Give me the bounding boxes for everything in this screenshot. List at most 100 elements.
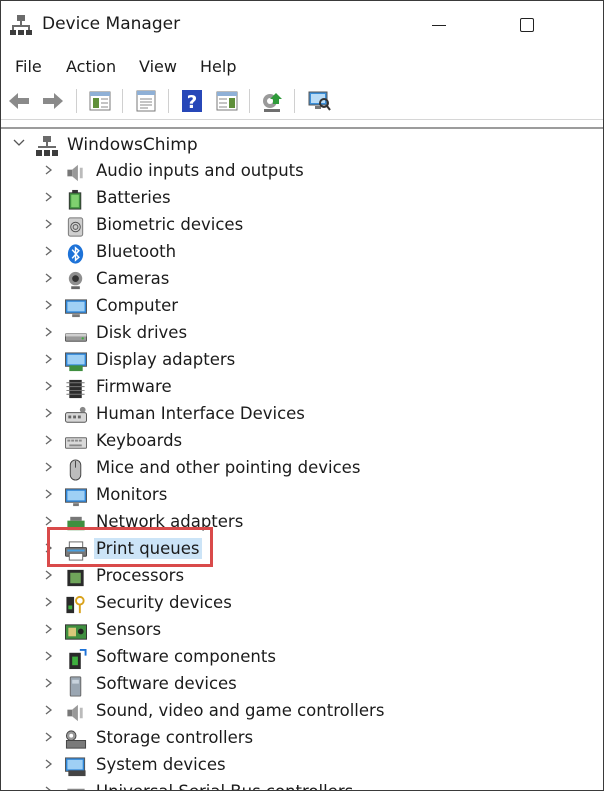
tree-item-monitors[interactable]: Monitors xyxy=(1,483,601,510)
chevron-right-icon[interactable] xyxy=(42,622,54,636)
chevron-right-icon[interactable] xyxy=(42,379,54,393)
tree-item-label: Biometric devices xyxy=(96,215,244,234)
chevron-right-icon[interactable] xyxy=(42,703,54,717)
chevron-right-icon[interactable] xyxy=(42,460,54,474)
tree-item-label: Firmware xyxy=(96,377,172,396)
tree-item-label: Human Interface Devices xyxy=(96,404,305,423)
tree-item-label: Software components xyxy=(96,647,276,666)
fingerprint-icon xyxy=(67,217,84,237)
tree-item-processors[interactable]: Processors xyxy=(1,564,601,591)
tree-item-universal-serial-bus-controllers[interactable]: Universal Serial Bus controllers xyxy=(1,780,601,791)
chevron-right-icon[interactable] xyxy=(42,244,54,258)
toolbar-separator xyxy=(294,89,295,113)
tree-item-label: Processors xyxy=(96,566,185,585)
tree-item-label: Storage controllers xyxy=(96,728,254,747)
svg-text:?: ? xyxy=(187,92,197,113)
tree-item-display-adapters[interactable]: Display adapters xyxy=(1,348,601,375)
chevron-right-icon[interactable] xyxy=(42,514,54,528)
tree-item-storage-controllers[interactable]: Storage controllers xyxy=(1,726,601,753)
chevron-right-icon[interactable] xyxy=(42,217,54,231)
tree-item-label: Software devices xyxy=(96,674,237,693)
show-hide-console-tree-icon[interactable] xyxy=(88,89,112,113)
properties-icon[interactable] xyxy=(134,89,158,113)
bluetooth-icon xyxy=(67,244,84,264)
tree-item-label: Universal Serial Bus controllers xyxy=(96,782,353,790)
tree-item-label: System devices xyxy=(96,755,226,774)
minimize-button[interactable] xyxy=(425,11,453,39)
tree-item-biometric-devices[interactable]: Biometric devices xyxy=(1,213,601,240)
chevron-right-icon[interactable] xyxy=(42,406,54,420)
chevron-right-icon[interactable] xyxy=(42,676,54,690)
toolbar-divider xyxy=(1,119,603,120)
keyboard-icon xyxy=(65,437,87,449)
processor-icon xyxy=(67,569,84,587)
tree-item-label: Disk drives xyxy=(96,323,188,342)
tree-item-keyboards[interactable]: Keyboards xyxy=(1,429,601,456)
chevron-down-icon[interactable] xyxy=(12,136,26,150)
tree-item-batteries[interactable]: Batteries xyxy=(1,186,601,213)
chevron-right-icon[interactable] xyxy=(42,163,54,177)
toolbar: ? xyxy=(1,83,603,119)
tree-item-label: Sensors xyxy=(96,620,162,639)
speaker-icon xyxy=(67,164,83,182)
toolbar-separator xyxy=(76,89,77,113)
tree-item-software-components[interactable]: Software components xyxy=(1,645,601,672)
toolbar-separator xyxy=(168,89,169,113)
tree-item-label: Sound, video and game controllers xyxy=(96,701,385,720)
security-key-icon xyxy=(66,595,85,614)
tree-item-cameras[interactable]: Cameras xyxy=(1,267,601,294)
tree-item-mice-and-other-pointing-devices[interactable]: Mice and other pointing devices xyxy=(1,456,601,483)
scan-hardware-icon[interactable] xyxy=(307,89,331,113)
tree-item-software-devices[interactable]: Software devices xyxy=(1,672,601,699)
device-manager-window: Device Manager File Action View Help ? W… xyxy=(0,0,604,791)
tree-item-sound-video-and-game-controllers[interactable]: Sound, video and game controllers xyxy=(1,699,601,726)
window-title: Device Manager xyxy=(42,14,181,34)
usb-icon xyxy=(67,788,85,790)
tree-item-firmware[interactable]: Firmware xyxy=(1,375,601,402)
toolbar-separator xyxy=(122,89,123,113)
tree-item-sensors[interactable]: Sensors xyxy=(1,618,601,645)
chevron-right-icon[interactable] xyxy=(42,649,54,663)
menu-file[interactable]: File xyxy=(15,57,42,76)
sensor-icon xyxy=(65,624,87,640)
menu-help[interactable]: Help xyxy=(200,57,236,76)
chevron-right-icon[interactable] xyxy=(42,190,54,204)
chevron-right-icon[interactable] xyxy=(42,757,54,771)
forward-icon[interactable] xyxy=(41,89,65,113)
tree-item-bluetooth[interactable]: Bluetooth xyxy=(1,240,601,267)
tree-item-label: Mice and other pointing devices xyxy=(96,458,361,477)
chevron-right-icon[interactable] xyxy=(42,568,54,582)
tree-item-audio-inputs-and-outputs[interactable]: Audio inputs and outputs xyxy=(1,159,601,186)
tree-root[interactable]: WindowsChimp xyxy=(1,132,401,159)
chevron-right-icon[interactable] xyxy=(42,730,54,744)
battery-icon xyxy=(68,189,82,210)
toolbar-separator xyxy=(249,89,250,113)
back-icon[interactable] xyxy=(7,89,31,113)
chevron-right-icon[interactable] xyxy=(42,433,54,447)
action-pane-icon[interactable] xyxy=(215,89,239,113)
help-icon[interactable]: ? xyxy=(180,89,204,113)
disk-drive-icon xyxy=(65,333,87,342)
tree-item-computer[interactable]: Computer xyxy=(1,294,601,321)
menu-bar: File Action View Help xyxy=(1,49,603,83)
mouse-icon xyxy=(69,459,82,481)
menu-action[interactable]: Action xyxy=(66,57,116,76)
storage-controller-icon xyxy=(65,730,87,749)
chevron-right-icon[interactable] xyxy=(42,487,54,501)
maximize-button[interactable] xyxy=(513,11,541,39)
tree-item-security-devices[interactable]: Security devices xyxy=(1,591,601,618)
update-driver-icon[interactable] xyxy=(260,89,284,113)
chevron-right-icon[interactable] xyxy=(42,298,54,312)
menu-view[interactable]: View xyxy=(139,57,177,76)
tree-item-label: Audio inputs and outputs xyxy=(96,161,304,180)
tree-item-human-interface-devices[interactable]: Human Interface Devices xyxy=(1,402,601,429)
chevron-right-icon[interactable] xyxy=(42,271,54,285)
chevron-right-icon[interactable] xyxy=(42,352,54,366)
chevron-right-icon[interactable] xyxy=(42,784,54,791)
chevron-right-icon[interactable] xyxy=(42,325,54,339)
system-devices-icon xyxy=(65,757,86,777)
tree-root-label: WindowsChimp xyxy=(67,135,198,155)
tree-item-disk-drives[interactable]: Disk drives xyxy=(1,321,601,348)
tree-item-system-devices[interactable]: System devices xyxy=(1,753,601,780)
chevron-right-icon[interactable] xyxy=(42,595,54,609)
